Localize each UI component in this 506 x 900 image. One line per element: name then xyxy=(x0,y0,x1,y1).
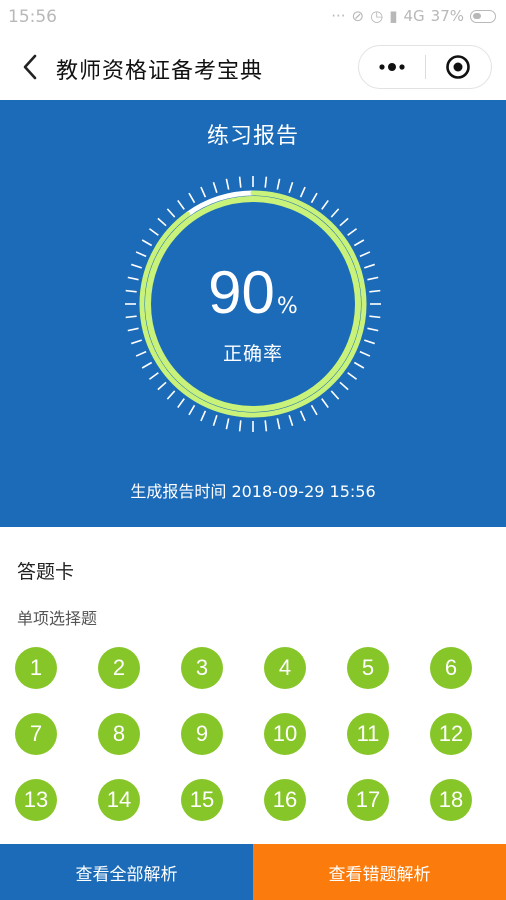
gauge-tick xyxy=(225,178,230,190)
question-number-8[interactable]: 8 xyxy=(98,713,140,755)
question-number-5[interactable]: 5 xyxy=(347,647,389,689)
question-number-1[interactable]: 1 xyxy=(15,647,57,689)
mute-icon: ⊘ xyxy=(351,7,365,25)
signal-icon: ▮ xyxy=(389,7,398,25)
battery-icon xyxy=(470,9,496,23)
gauge-tick xyxy=(310,404,318,416)
bottom-action-bar: 查看全部解析 查看错题解析 xyxy=(0,844,506,900)
gauge-tick xyxy=(288,182,294,193)
target-circle-icon xyxy=(446,55,471,79)
nav-bar: 教师资格证备考宝典 xyxy=(0,34,506,100)
question-number-7[interactable]: 7 xyxy=(15,713,57,755)
question-number-11[interactable]: 11 xyxy=(347,713,389,755)
question-number-15[interactable]: 15 xyxy=(181,779,223,821)
chevron-left-icon xyxy=(23,54,37,80)
accuracy-label: 正确率 xyxy=(222,343,283,365)
gauge-tick xyxy=(321,199,329,210)
question-number-6[interactable]: 6 xyxy=(430,647,472,689)
question-number-17[interactable]: 17 xyxy=(347,779,389,821)
gauge-tick xyxy=(330,208,340,218)
view-all-analysis-button[interactable]: 查看全部解析 xyxy=(0,844,253,900)
answer-card-title: 答题卡 xyxy=(17,561,75,583)
gauge-tick xyxy=(299,410,306,422)
page-title: 教师资格证备考宝典 xyxy=(56,59,264,84)
gauge-tick xyxy=(177,199,185,210)
gauge-tick xyxy=(330,390,340,400)
gauge-tick xyxy=(188,192,196,204)
gauge-tick xyxy=(238,420,242,432)
gauge-tick xyxy=(188,404,196,416)
gauge-tick xyxy=(157,217,167,227)
question-number-4[interactable]: 4 xyxy=(264,647,306,689)
question-type-label: 单项选择题 xyxy=(17,609,98,628)
question-number-3[interactable]: 3 xyxy=(181,647,223,689)
gauge-tick xyxy=(264,176,268,188)
gauge-tick xyxy=(339,381,349,391)
gauge-tick xyxy=(347,372,358,380)
dots-icon: ··· xyxy=(331,7,346,25)
gauge-tick xyxy=(166,390,176,400)
gauge-tick xyxy=(264,420,268,432)
close-button[interactable] xyxy=(426,45,492,89)
gauge-tick xyxy=(238,176,242,188)
gauge-tick xyxy=(127,327,139,332)
question-number-14[interactable]: 14 xyxy=(98,779,140,821)
question-number-2[interactable]: 2 xyxy=(98,647,140,689)
gauge-tick xyxy=(212,415,218,426)
gauge-tick xyxy=(347,228,358,236)
gauge-tick xyxy=(339,217,349,227)
gauge-tick xyxy=(310,192,318,204)
gauge-tick xyxy=(359,251,371,258)
gauge-tick xyxy=(225,418,230,430)
gauge-tick xyxy=(141,239,153,247)
gauge-tick xyxy=(157,381,167,391)
gauge-tick xyxy=(321,398,329,409)
gauge-tick xyxy=(288,415,294,426)
question-number-18[interactable]: 18 xyxy=(430,779,472,821)
back-button[interactable] xyxy=(12,48,48,86)
gauge-tick xyxy=(212,182,218,193)
status-bar: 15:56 ··· ⊘ ◷ ▮ 4G 37% xyxy=(0,0,506,34)
report-title: 练习报告 xyxy=(206,124,299,149)
battery-label: 37% xyxy=(430,7,464,25)
more-dots-icon xyxy=(379,63,405,71)
accuracy-unit: % xyxy=(276,294,298,319)
more-button[interactable] xyxy=(359,45,425,89)
view-wrong-analysis-button[interactable]: 查看错题解析 xyxy=(253,844,506,900)
gauge-tick xyxy=(276,178,281,190)
gauge-tick xyxy=(299,186,306,198)
report-generated-time: 生成报告时间 2018-09-29 15:56 xyxy=(130,482,376,501)
network-label: 4G xyxy=(403,7,425,25)
question-number-12[interactable]: 12 xyxy=(430,713,472,755)
alarm-icon: ◷ xyxy=(370,7,384,25)
gauge-tick xyxy=(148,372,159,380)
status-time: 15:56 xyxy=(8,7,57,27)
question-number-9[interactable]: 9 xyxy=(181,713,223,755)
status-icons: ··· ⊘ ◷ ▮ 4G 37% xyxy=(331,7,496,25)
menu-capsule xyxy=(358,45,492,89)
gauge-tick xyxy=(276,418,281,430)
gauge-tick xyxy=(367,327,379,332)
gauge-tick xyxy=(166,208,176,218)
accuracy-value: 90% xyxy=(123,258,383,327)
question-number-13[interactable]: 13 xyxy=(15,779,57,821)
gauge-tick xyxy=(353,239,365,247)
gauge-tick xyxy=(200,410,207,422)
question-number-10[interactable]: 10 xyxy=(264,713,306,755)
report-panel: 练习报告 90% 正确率 生成报告时间 2018-09-29 15:56 xyxy=(0,100,506,527)
accuracy-number: 90 xyxy=(208,259,275,326)
gauge-tick xyxy=(200,186,207,198)
question-number-16[interactable]: 16 xyxy=(264,779,306,821)
gauge-tick xyxy=(148,228,159,236)
gauge-tick xyxy=(177,398,185,409)
gauge-tick xyxy=(135,251,147,258)
